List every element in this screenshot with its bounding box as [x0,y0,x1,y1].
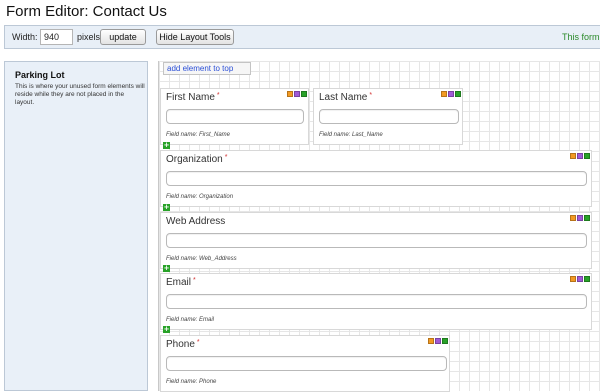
properties-icon[interactable] [448,91,454,97]
parking-lot-panel: Parking Lot This is where your unused fo… [4,61,148,391]
properties-icon[interactable] [435,338,441,344]
plus-icon[interactable]: + [163,326,170,333]
add-element-to-top-link[interactable]: add element to top [163,62,251,75]
parking-lot-title: Parking Lot [15,70,65,80]
field-name-web-address: Field name: Web_Address [166,256,237,262]
required-marker: * [216,92,220,99]
plus-icon[interactable]: + [163,265,170,272]
properties-icon[interactable] [294,91,300,97]
field-tools [570,276,590,282]
field-name-last-name: Field name: Last_Name [319,132,383,138]
field-tools [570,153,590,159]
field-tools [287,91,307,97]
add-icon[interactable] [584,276,590,282]
add-icon[interactable] [584,215,590,221]
edit-icon[interactable] [570,153,576,159]
edit-icon[interactable] [441,91,447,97]
required-marker: * [369,92,373,99]
field-label-web-address: Web Address [166,216,226,227]
form-field-organization[interactable]: Organization * Field name: Organization [160,150,592,207]
field-tools [570,215,590,221]
field-label-email: Email * [166,277,196,288]
add-icon[interactable] [455,91,461,97]
add-icon[interactable] [442,338,448,344]
edit-icon[interactable] [428,338,434,344]
first-name-input[interactable] [166,109,304,124]
pixels-label: pixels [77,32,101,42]
add-icon[interactable] [301,91,307,97]
edit-icon[interactable] [570,215,576,221]
organization-input[interactable] [166,171,587,186]
form-field-first-name[interactable]: First Name * Field name: First_Name [160,88,309,145]
field-label-organization: Organization * [166,154,228,165]
field-name-organization: Field name: Organization [166,194,234,200]
parking-lot-description: This is where your unused form elements … [15,83,145,106]
field-tools [441,91,461,97]
field-name-first-name: Field name: First_Name [166,132,231,138]
field-label-phone: Phone * [166,339,200,350]
properties-icon[interactable] [577,153,583,159]
form-field-email[interactable]: Email * Field name: Email [160,273,592,330]
field-tools [428,338,448,344]
last-name-input[interactable] [319,109,459,124]
update-button[interactable]: update [100,29,146,45]
plus-icon[interactable]: + [163,142,170,149]
phone-input[interactable] [166,356,447,371]
status-text: This form i [562,32,600,42]
field-name-phone: Field name: Phone [166,379,217,385]
required-marker: * [196,339,200,346]
width-label: Width: [12,32,38,42]
required-marker: * [193,277,196,284]
page-title: Form Editor: Contact Us [6,3,167,20]
layout-toolbar: Width: pixels update Hide Layout Tools T… [4,25,600,49]
field-name-email: Field name: Email [166,317,215,323]
add-icon[interactable] [584,153,590,159]
properties-icon[interactable] [577,276,583,282]
width-input[interactable] [40,29,73,45]
web-address-input[interactable] [166,233,587,248]
form-field-last-name[interactable]: Last Name * Field name: Last_Name [313,88,463,145]
edit-icon[interactable] [570,276,576,282]
edit-icon[interactable] [287,91,293,97]
form-field-phone[interactable]: Phone * Field name: Phone [160,335,450,392]
field-label-first-name: First Name * [166,92,220,103]
form-field-web-address[interactable]: Web Address Field name: Web_Address [160,212,592,269]
email-input[interactable] [166,294,587,309]
field-label-last-name: Last Name * [319,92,373,103]
hide-layout-tools-button[interactable]: Hide Layout Tools [156,29,234,45]
plus-icon[interactable]: + [163,204,170,211]
properties-icon[interactable] [577,215,583,221]
required-marker: * [224,154,228,161]
